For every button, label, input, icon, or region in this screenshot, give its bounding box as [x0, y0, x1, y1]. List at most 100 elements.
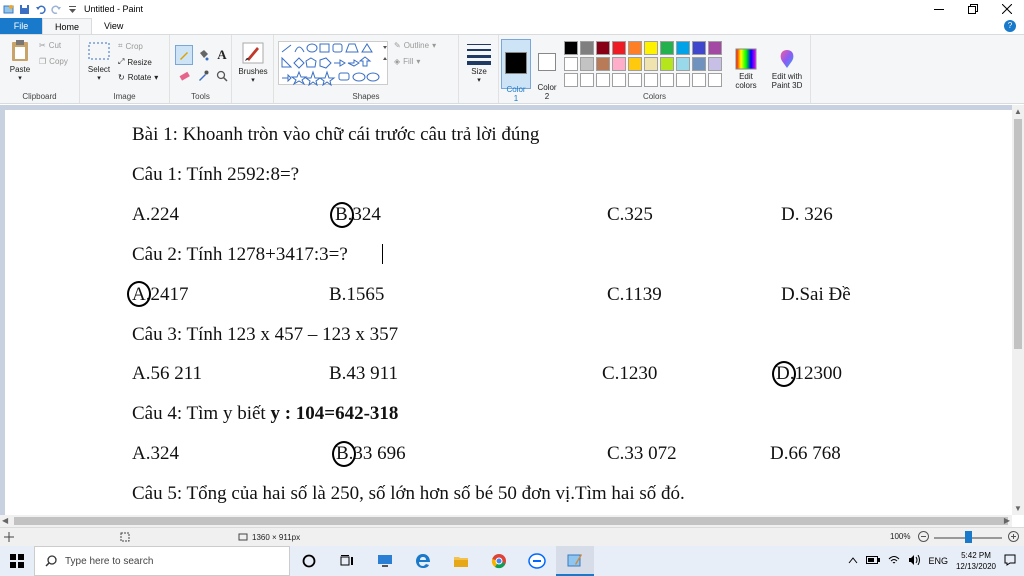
- start-button[interactable]: [0, 546, 34, 576]
- language-indicator[interactable]: ENG: [928, 556, 948, 566]
- color-swatch[interactable]: [580, 41, 594, 55]
- line-size-icon: [467, 44, 491, 65]
- color1-button[interactable]: Color 1: [501, 39, 531, 103]
- crop-button[interactable]: ⌗ Crop: [118, 41, 143, 51]
- custom-color-swatch[interactable]: [644, 73, 658, 87]
- color-picker-icon[interactable]: [194, 66, 212, 86]
- task-view-icon[interactable]: [328, 546, 366, 576]
- notifications-icon[interactable]: [1004, 554, 1016, 568]
- redo-icon[interactable]: [51, 4, 62, 15]
- color-swatch[interactable]: [612, 41, 626, 55]
- color-swatch[interactable]: [596, 41, 610, 55]
- color-swatch[interactable]: [692, 41, 706, 55]
- tab-file[interactable]: File: [0, 18, 42, 34]
- q4-option-c: C.33 072: [607, 443, 677, 464]
- custom-color-swatch[interactable]: [692, 73, 706, 87]
- color-spectrum-icon: [735, 48, 757, 70]
- color-swatch[interactable]: [628, 41, 642, 55]
- volume-icon[interactable]: [908, 554, 921, 567]
- scroll-left-icon[interactable]: ◀: [2, 516, 8, 525]
- color-swatch[interactable]: [660, 57, 674, 71]
- custom-color-swatch[interactable]: [596, 73, 610, 87]
- size-button[interactable]: Size ▾: [464, 41, 494, 84]
- copy-button[interactable]: ❐ Copy: [39, 57, 68, 66]
- horizontal-scroll-thumb[interactable]: [14, 517, 1008, 525]
- color-swatch[interactable]: [644, 57, 658, 71]
- battery-icon[interactable]: [866, 556, 881, 566]
- vertical-scrollbar[interactable]: ▲ ▼: [1012, 105, 1024, 515]
- edge-browser-icon[interactable]: [404, 546, 442, 576]
- zoom-in-icon[interactable]: [1008, 531, 1019, 542]
- custom-color-swatch[interactable]: [628, 73, 642, 87]
- outline-button[interactable]: ✎ Outline ▾: [394, 41, 436, 50]
- color-swatch[interactable]: [708, 41, 722, 55]
- color-swatch[interactable]: [676, 57, 690, 71]
- edit-colors-button[interactable]: Edit colors: [729, 39, 763, 99]
- color-swatch[interactable]: [644, 41, 658, 55]
- color-swatch[interactable]: [580, 57, 594, 71]
- file-explorer-icon[interactable]: [442, 546, 480, 576]
- help-icon[interactable]: ?: [1004, 20, 1016, 32]
- edit-paint3d-button[interactable]: Edit with Paint 3D: [765, 39, 809, 99]
- rotate-button[interactable]: ↻ Rotate ▾: [118, 73, 158, 82]
- chrome-icon[interactable]: [480, 546, 518, 576]
- color-swatch[interactable]: [692, 57, 706, 71]
- cut-button[interactable]: ✂ Cut: [39, 41, 61, 50]
- zoom-out-icon[interactable]: [918, 531, 929, 542]
- custom-color-swatch[interactable]: [612, 73, 626, 87]
- taskbar-search-box[interactable]: Type here to search: [34, 546, 290, 576]
- scroll-down-icon[interactable]: ▼: [1014, 504, 1022, 513]
- monitor-app-icon[interactable]: [366, 546, 404, 576]
- fill-bucket-icon[interactable]: [194, 45, 212, 65]
- scroll-up-icon[interactable]: ▲: [1014, 107, 1022, 116]
- taskbar: Type here to search ENG 5:42 PM 12/13/20…: [0, 546, 1024, 576]
- customize-qat-icon[interactable]: [67, 4, 78, 15]
- cortana-icon[interactable]: [290, 546, 328, 576]
- eraser-icon[interactable]: [175, 66, 193, 86]
- zoom-slider-thumb[interactable]: [965, 531, 972, 543]
- custom-color-swatch[interactable]: [708, 73, 722, 87]
- zalo-icon[interactable]: [518, 546, 556, 576]
- save-icon[interactable]: [19, 4, 30, 15]
- q1-option-d: D. 326: [781, 204, 833, 225]
- color-swatch[interactable]: [564, 57, 578, 71]
- color-swatch[interactable]: [708, 57, 722, 71]
- paste-button[interactable]: Paste ▾: [6, 39, 34, 82]
- minimize-button[interactable]: [922, 0, 956, 18]
- scroll-right-icon[interactable]: ▶: [1004, 516, 1010, 525]
- outline-icon: ✎: [394, 41, 401, 50]
- vertical-scroll-thumb[interactable]: [1014, 119, 1022, 349]
- brushes-button[interactable]: Brushes ▾: [237, 41, 269, 84]
- color-swatch[interactable]: [676, 41, 690, 55]
- chevron-up-icon[interactable]: [848, 556, 858, 566]
- restore-button[interactable]: [956, 0, 990, 18]
- color-swatch[interactable]: [660, 41, 674, 55]
- custom-color-swatch[interactable]: [676, 73, 690, 87]
- undo-icon[interactable]: [35, 4, 46, 15]
- tab-home[interactable]: Home: [42, 18, 93, 34]
- color-swatch[interactable]: [596, 57, 610, 71]
- custom-color-swatch[interactable]: [564, 73, 578, 87]
- pencil-icon[interactable]: [175, 45, 193, 65]
- paint-taskbar-icon[interactable]: [556, 546, 594, 576]
- canvas[interactable]: Bài 1: Khoanh tròn vào chữ cái trước câu…: [5, 110, 1012, 515]
- magnifier-icon[interactable]: [213, 66, 231, 86]
- clock[interactable]: 5:42 PM 12/13/2020: [956, 550, 996, 572]
- color-swatch[interactable]: [564, 41, 578, 55]
- close-button[interactable]: [990, 0, 1024, 18]
- answer-circle-q1: [330, 202, 354, 228]
- network-icon[interactable]: [888, 555, 900, 567]
- select-button[interactable]: Select ▾: [84, 41, 114, 82]
- shapes-gallery[interactable]: [278, 41, 388, 87]
- tab-view[interactable]: View: [92, 18, 135, 34]
- fill-button[interactable]: ◈ Fill ▾: [394, 57, 420, 66]
- custom-color-swatch[interactable]: [660, 73, 674, 87]
- shapes-group: ✎ Outline ▾ ◈ Fill ▾ Shapes: [274, 35, 459, 103]
- horizontal-scrollbar[interactable]: ◀ ▶: [0, 515, 1012, 527]
- resize-button[interactable]: ⤢ Resize: [118, 57, 152, 67]
- color-swatch[interactable]: [612, 57, 626, 71]
- color-swatch[interactable]: [628, 57, 642, 71]
- color2-button[interactable]: Color 2: [533, 39, 561, 101]
- custom-color-swatch[interactable]: [580, 73, 594, 87]
- text-tool-icon[interactable]: A: [213, 45, 231, 65]
